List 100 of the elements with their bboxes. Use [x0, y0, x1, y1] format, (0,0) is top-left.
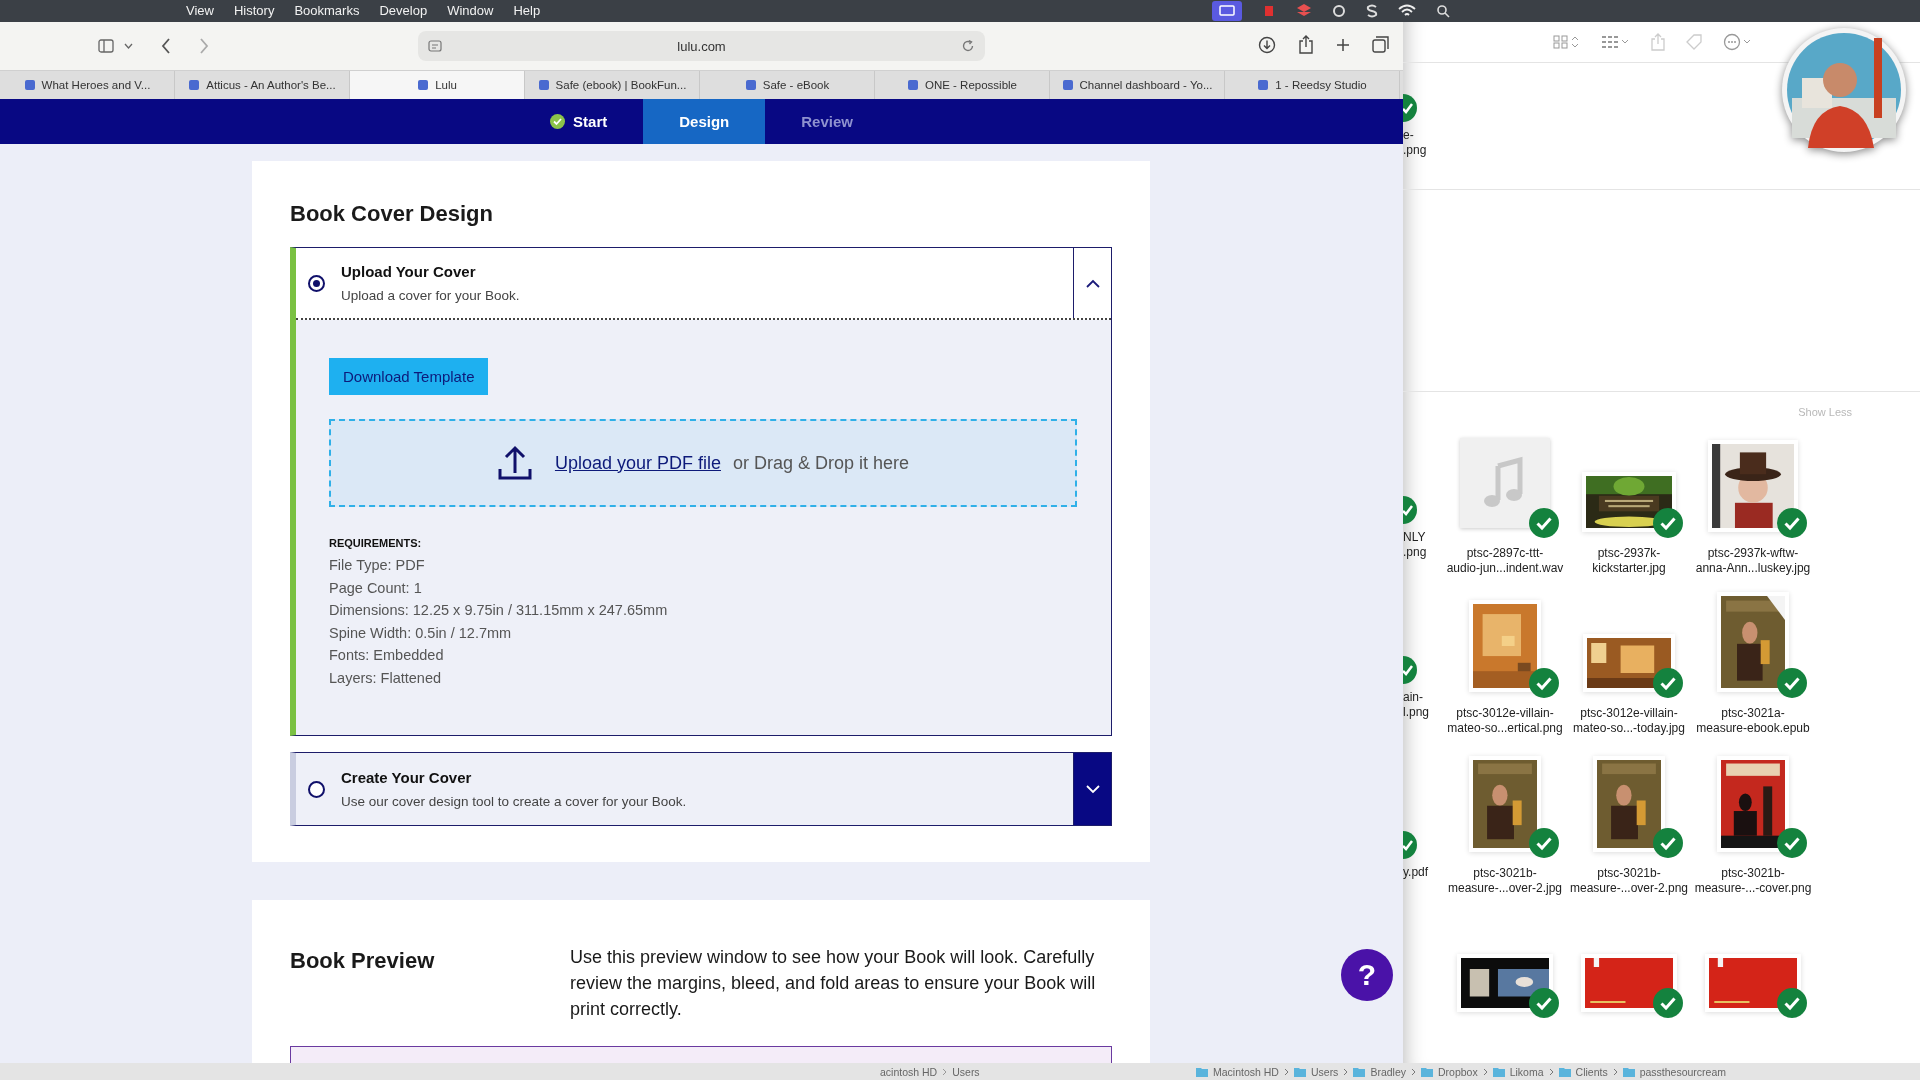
chevron-up-icon: [1085, 278, 1100, 288]
file-name: e- .png: [1403, 128, 1427, 159]
path-item[interactable]: Macintosh HD: [1213, 1065, 1279, 1078]
chevron-right-icon: [1612, 1067, 1618, 1076]
folder-icon: [1492, 1066, 1505, 1077]
check-badge-icon: [1653, 828, 1683, 858]
site-icon: [188, 79, 201, 91]
check-badge-icon: [1653, 508, 1683, 538]
check-badge-icon: [1653, 668, 1683, 698]
folder-icon: [1196, 1066, 1208, 1077]
file-name: NLY .png: [1403, 530, 1427, 560]
address-bar[interactable]: lulu.com: [418, 31, 985, 61]
step-tab[interactable]: Review: [765, 99, 889, 144]
file-name: y.pdf: [1403, 865, 1429, 880]
chevron-right-icon: [1548, 1067, 1554, 1076]
path-item[interactable]: Users: [952, 1065, 980, 1078]
option-title: Create Your Cover: [341, 769, 473, 786]
reload-icon[interactable]: [961, 39, 975, 53]
check-badge-icon: [1653, 988, 1683, 1018]
file-name: ain- l.png: [1403, 690, 1430, 720]
folder-icon: [1293, 1066, 1306, 1077]
section-title: Book Preview: [290, 948, 436, 975]
menu-item[interactable]: View: [186, 0, 214, 22]
path-item[interactable]: Users: [1310, 1065, 1339, 1078]
radio-button[interactable]: [308, 274, 325, 292]
sidebar-icon[interactable]: [98, 39, 114, 53]
site-icon: [23, 79, 36, 91]
path-item[interactable]: Clients: [1575, 1065, 1608, 1078]
expand-toggle[interactable]: [1073, 753, 1111, 825]
folder-icon: [1622, 1066, 1635, 1077]
site-icon: [744, 79, 757, 91]
requirement-text: File Type: PDF: [329, 556, 425, 575]
file-name: ptsc-3012e-villain- mateo-so...ertical.png: [1447, 706, 1563, 736]
file-name: ptsc-2937k- kickstarter.jpg: [1592, 546, 1666, 576]
path-item[interactable]: acintosh HD: [880, 1065, 938, 1078]
chevron-right-icon: [1411, 1067, 1416, 1076]
file-name: ptsc-3021b- measure-...over-2.png: [1569, 866, 1689, 896]
download-template-button[interactable]: Download Template: [329, 358, 489, 395]
site-icon: [1061, 79, 1074, 91]
menu-item[interactable]: History: [233, 0, 275, 22]
requirement-text: Page Count: 1: [329, 578, 422, 598]
download-icon[interactable]: [1258, 35, 1276, 54]
caret-icon[interactable]: [124, 43, 133, 49]
plus-icon[interactable]: [1336, 37, 1350, 52]
menu-item[interactable]: Window: [447, 0, 494, 22]
share-icon[interactable]: [1298, 35, 1314, 54]
upload-dropzone[interactable]: Upload your PDF file or Drag & Drop it here: [329, 419, 1077, 507]
folder-icon: [1353, 1066, 1366, 1077]
menu-item[interactable]: Bookmarks: [294, 0, 360, 22]
grid-view-icon[interactable]: [1553, 34, 1581, 51]
page-icon: [428, 40, 442, 52]
menu-item[interactable]: Develop: [379, 0, 428, 22]
help-button[interactable]: ?: [1341, 949, 1393, 1001]
option-description: Use our cover design tool to create a cover for your Book.: [341, 794, 688, 809]
chevron-down-icon: [1085, 784, 1100, 794]
screen-share-icon[interactable]: [1212, 1, 1242, 21]
wifi-icon[interactable]: [1398, 4, 1416, 18]
path-item[interactable]: passthesourcream: [1639, 1065, 1727, 1078]
site-icon: [417, 79, 430, 91]
upload-icon: [496, 445, 533, 481]
s-shape-icon[interactable]: [1366, 4, 1378, 18]
option-description: Upload a cover for your Book.: [341, 288, 521, 303]
chevron-right-icon: [942, 1067, 948, 1076]
radio-button[interactable]: [308, 780, 325, 798]
upload-link[interactable]: Upload your PDF file: [554, 452, 721, 474]
more-icon[interactable]: [1723, 33, 1753, 52]
requirement-text: Dimensions: 12.25 x 9.75in / 311.15mm x 247.65mm: [329, 601, 668, 620]
file-name: ptsc-3021b- measure-...over-2.jpg: [1447, 866, 1562, 896]
browser-tab[interactable]: Lulu: [350, 71, 525, 99]
section-title: Book Cover Design: [290, 201, 494, 227]
step-tab[interactable]: Design: [643, 99, 766, 144]
chevron-right-icon: [1343, 1067, 1349, 1076]
tabs-overview-icon[interactable]: [1372, 36, 1389, 53]
requirement-text: Fonts: Embedded: [329, 646, 444, 665]
file-name: ptsc-3021b- measure-...-cover.png: [1694, 866, 1812, 896]
check-badge-icon: [1529, 508, 1559, 538]
file-name: ptsc-3021a- measure-ebook.epub: [1696, 706, 1810, 736]
path-item[interactable]: Likoma: [1509, 1065, 1544, 1078]
site-icon: [1257, 79, 1270, 91]
check-circle-icon: [550, 114, 566, 129]
music-file-icon[interactable]: [1460, 438, 1550, 528]
drop-hint: or Drag & Drop it here: [733, 452, 910, 474]
chevron-right-icon: [1283, 1067, 1289, 1076]
back-icon[interactable]: [161, 38, 171, 54]
path-item[interactable]: Bradley: [1370, 1065, 1406, 1078]
chevron-right-icon: [1482, 1067, 1488, 1076]
check-badge-icon: [1529, 668, 1559, 698]
file-name: ptsc-2937k-wftw- anna-Ann...luskey.jpg: [1695, 546, 1811, 576]
preview-description: Use this preview window to see how your Book will look. Carefully review the margins, bleed, and fold areas to ensure your Book will print correctly.: [570, 946, 1097, 1021]
check-badge-icon: [1777, 508, 1807, 538]
check-badge-icon: [1529, 988, 1559, 1018]
path-item[interactable]: Dropbox: [1438, 1065, 1478, 1078]
step-tab[interactable]: Start: [514, 99, 644, 144]
menu-item[interactable]: Help: [513, 0, 541, 22]
group-view-icon[interactable]: [1601, 34, 1631, 51]
site-icon: [906, 79, 919, 91]
search-icon[interactable]: [1436, 4, 1450, 18]
folder-icon: [1558, 1066, 1571, 1077]
check-badge-icon: [1777, 828, 1807, 858]
file-name: ptsc-3012e-villain- mateo-so...-today.jpg: [1573, 706, 1685, 736]
